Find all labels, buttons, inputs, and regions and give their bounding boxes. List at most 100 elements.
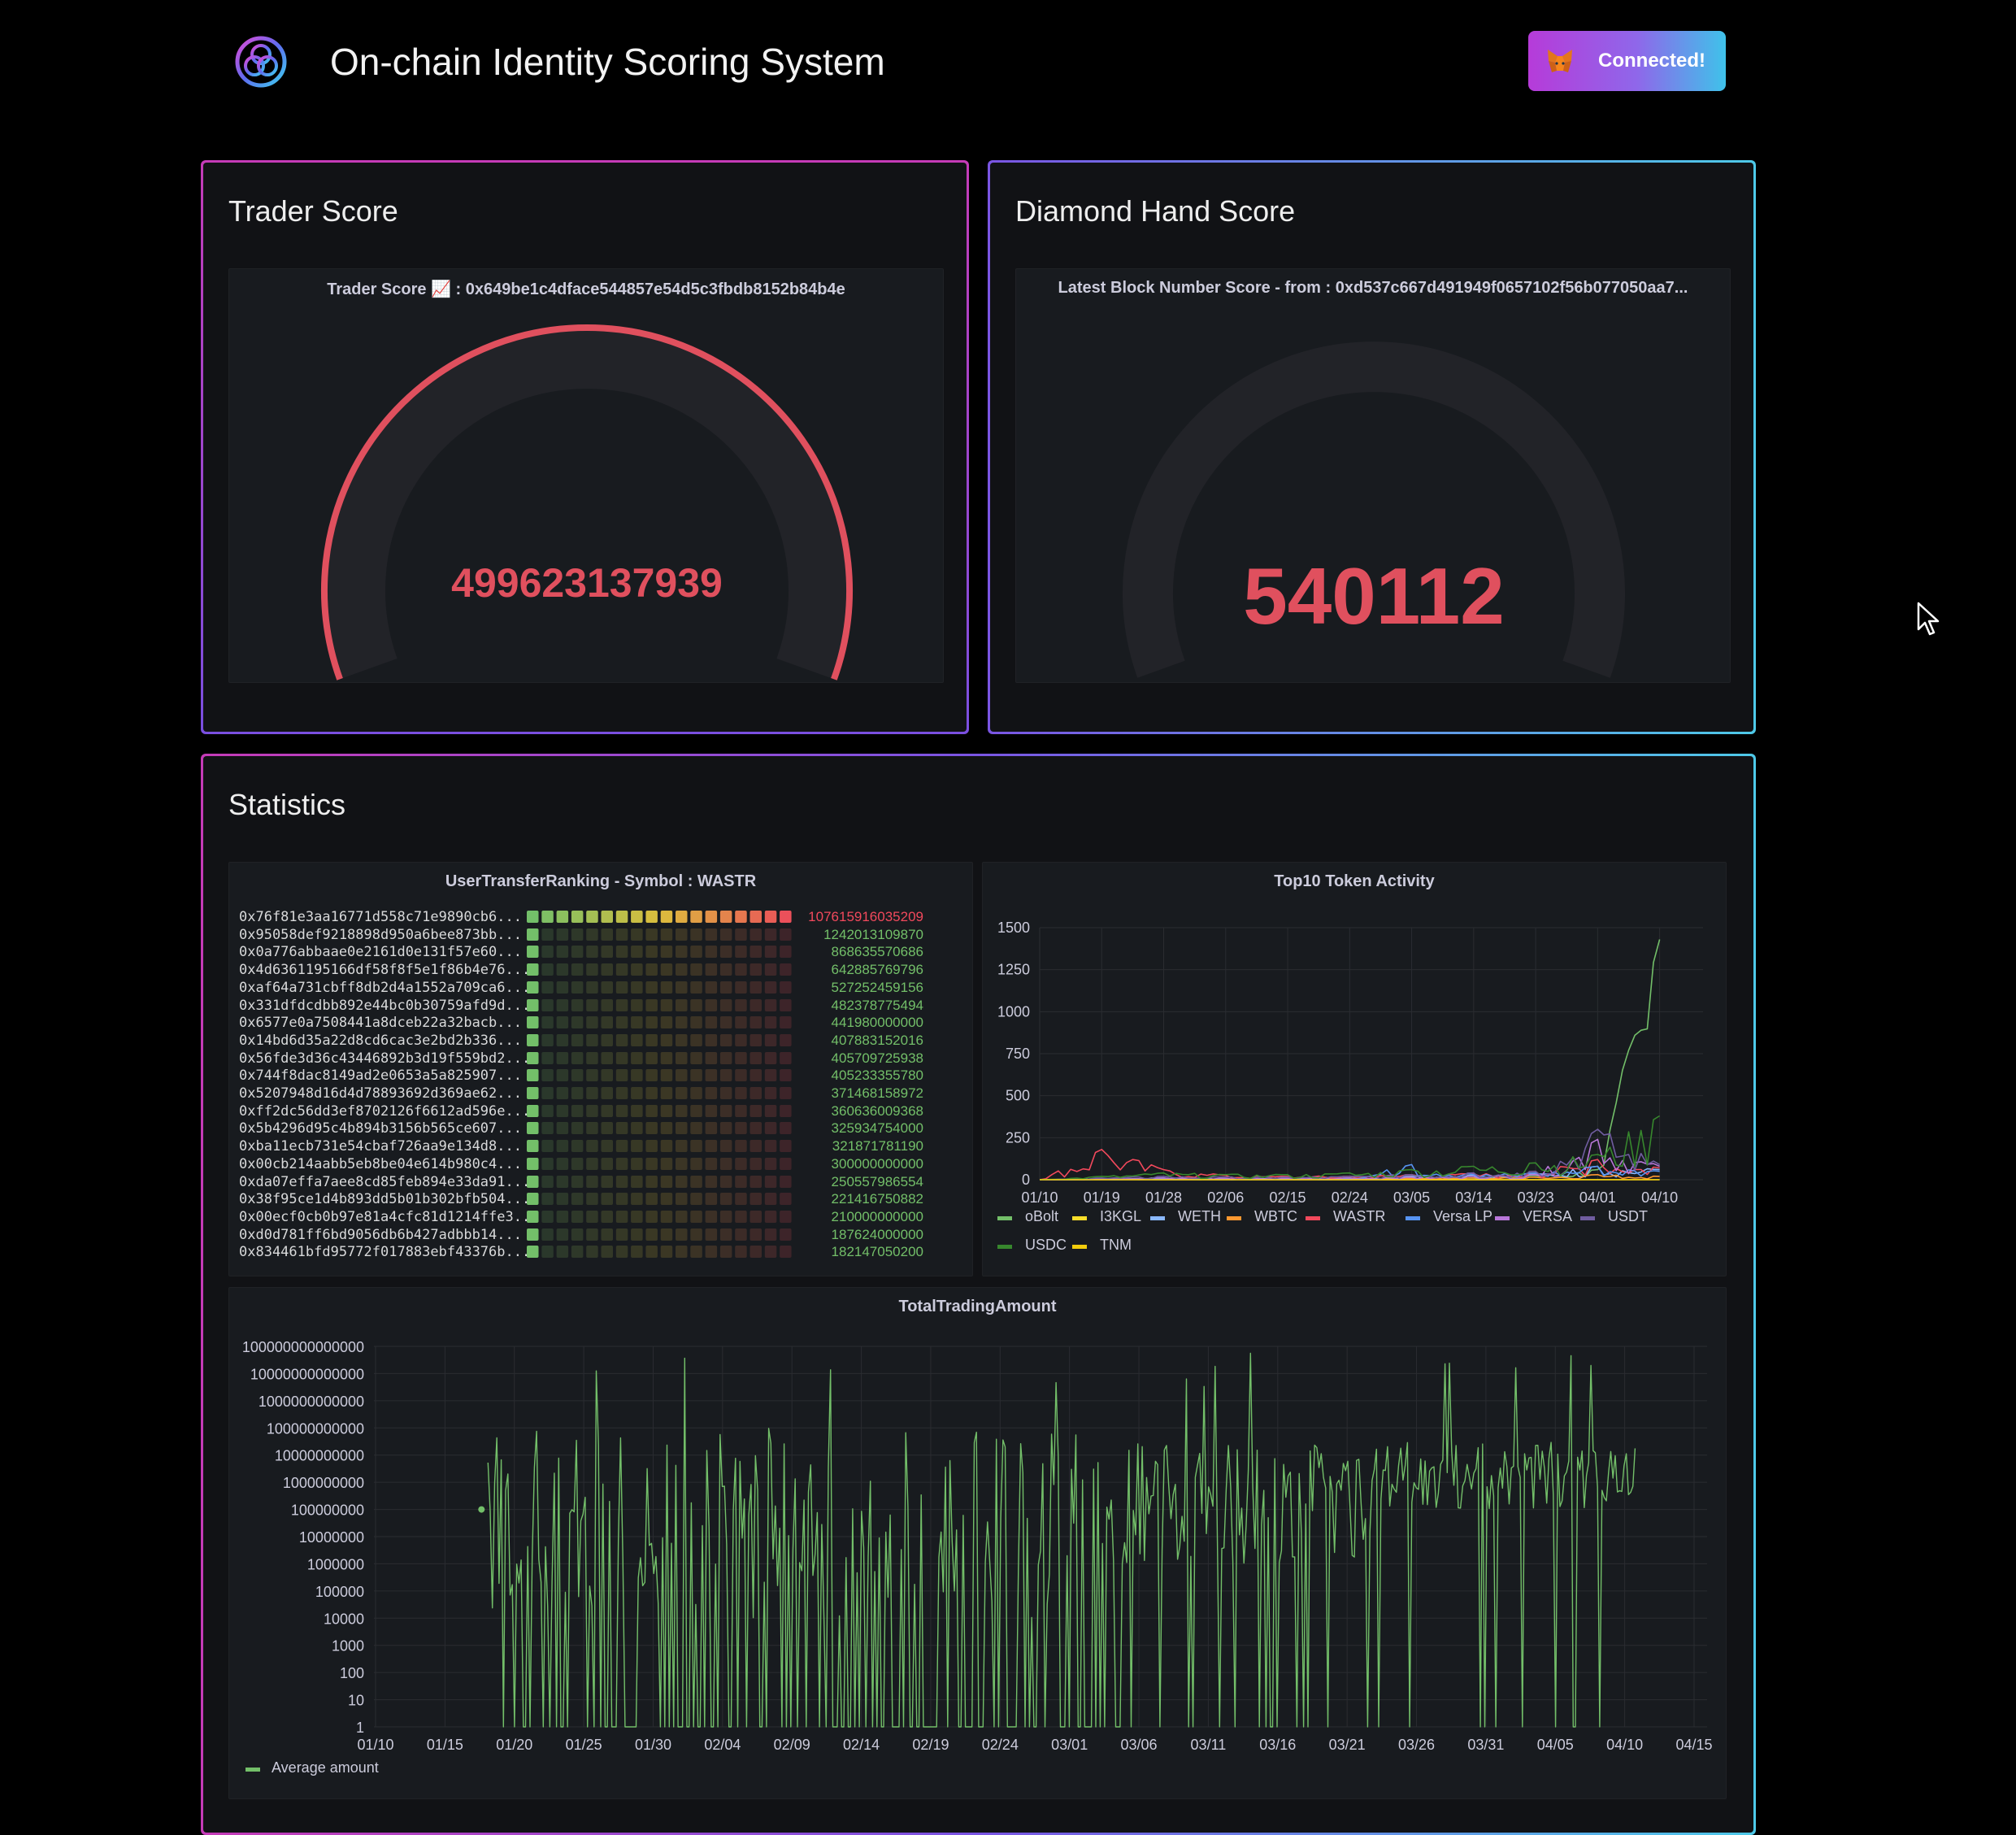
ranking-bar-cell xyxy=(645,1175,658,1188)
ranking-bar-cell xyxy=(719,1246,732,1259)
ranking-address: 0x6577e0a7508441a8dceb22a32bacb... xyxy=(239,1015,522,1032)
ranking-bar xyxy=(527,998,792,1011)
token-x-tick: 01/28 xyxy=(1145,1189,1182,1206)
ranking-bar-cell xyxy=(571,1228,584,1241)
ranking-bar-cell xyxy=(571,998,584,1011)
ranking-bar-cell xyxy=(586,1210,598,1223)
ranking-bar-cell xyxy=(690,1033,702,1046)
ranking-bar-cell xyxy=(556,963,569,976)
ranking-bar-cell xyxy=(631,1175,643,1188)
trader-score-title: Trader Score xyxy=(228,194,398,228)
ranking-bar-cell xyxy=(660,998,673,1011)
ranking-bar-cell xyxy=(764,1033,777,1046)
ranking-bar xyxy=(527,1193,792,1206)
ranking-bar-cell xyxy=(556,1069,569,1082)
ranking-bar-cell xyxy=(541,1175,554,1188)
ranking-bar-cell xyxy=(719,1104,732,1117)
ranking-address: 0x00cb214aabb5eb8be04e614b980c4... xyxy=(239,1155,522,1172)
ranking-bar-cell xyxy=(719,1087,732,1099)
ranking-bar-cell xyxy=(615,1210,628,1223)
ranking-address: 0xda07effa7aee8cd85feb894e33da91... xyxy=(239,1173,531,1190)
ranking-bar-cell xyxy=(527,1104,539,1117)
ranking-bar-cell xyxy=(735,1193,747,1206)
ranking-bar-cell xyxy=(556,1210,569,1223)
ranking-bar xyxy=(527,1210,792,1223)
token-activity-chart: 0 250 500 750 1000 1250 1500 01/10 01/19 01/28 02/… xyxy=(997,920,1703,1253)
ranking-bar-cell xyxy=(735,928,747,941)
ranking-bar-cell xyxy=(615,1193,628,1206)
ranking-row: 0xff2dc56dd3ef8702126f6612ad596e... 36063… xyxy=(229,1102,961,1120)
ranking-bar-cell xyxy=(660,981,673,994)
ranking-bar-cell xyxy=(615,928,628,941)
ranking-bar-cell xyxy=(556,1122,569,1135)
ranking-bar xyxy=(527,1246,792,1259)
ranking-bar-cell xyxy=(571,1069,584,1082)
wallet-connect-button[interactable]: Connected! xyxy=(1528,31,1726,91)
trading-series-point xyxy=(478,1506,485,1513)
ranking-bar-cell xyxy=(735,1175,747,1188)
ranking-bar xyxy=(527,911,792,923)
ranking-bar-cell xyxy=(780,1140,792,1153)
ranking-bar-cell xyxy=(631,1157,643,1170)
ranking-bar-cell xyxy=(571,1140,584,1153)
ranking-bar-cell xyxy=(660,1175,673,1188)
trading-x-tick: 03/11 xyxy=(1191,1737,1227,1753)
ranking-bar-cell xyxy=(571,911,584,923)
trading-y-tick: 10 xyxy=(348,1693,364,1709)
ranking-bar-cell xyxy=(660,1157,673,1170)
ranking-bar-cell xyxy=(735,1087,747,1099)
ranking-bar-cell xyxy=(615,1175,628,1188)
ranking-bar-cell xyxy=(660,946,673,959)
ranking-bar-cell xyxy=(764,1228,777,1241)
ranking-address: 0x4d6361195166df58f8f5e1f86b4e76... xyxy=(239,962,531,979)
ranking-bar-cell xyxy=(749,998,762,1011)
ranking-value: 107615916035209 xyxy=(808,909,923,924)
ranking-bar xyxy=(527,1175,792,1188)
ranking-bar-cell xyxy=(527,1157,539,1170)
ranking-bar xyxy=(527,1104,792,1117)
ranking-bar-cell xyxy=(660,963,673,976)
ranking-bar-cell xyxy=(556,998,569,1011)
ranking-bar-cell xyxy=(676,1246,688,1259)
ranking-bar-cell xyxy=(764,1210,777,1223)
ranking-bar-cell xyxy=(780,946,792,959)
ranking-bar-cell xyxy=(541,1246,554,1259)
token-legend-swatch xyxy=(1150,1216,1165,1220)
ranking-bar-cell xyxy=(571,1175,584,1188)
ranking-bar xyxy=(527,1033,792,1046)
ranking-address: 0xff2dc56dd3ef8702126f6612ad596e... xyxy=(239,1102,531,1120)
ranking-address: 0x95058def9218898d950a6bee873bb... xyxy=(239,926,522,943)
metamask-fox-icon xyxy=(1548,50,1572,72)
ranking-bar-cell xyxy=(601,1140,613,1153)
ranking-bar-cell xyxy=(735,1210,747,1223)
ranking-bar-cell xyxy=(735,1033,747,1046)
ranking-bar-cell xyxy=(631,911,643,923)
ranking-bar-cell xyxy=(749,1228,762,1241)
ranking-bar-cell xyxy=(719,946,732,959)
ranking-bar-cell xyxy=(556,1157,569,1170)
ranking-bar-cell xyxy=(735,1051,747,1064)
ranking-bar-cell xyxy=(749,1122,762,1135)
ranking-bar-cell xyxy=(690,1175,702,1188)
ranking-bar-cell xyxy=(690,928,702,941)
trading-y-tick: 100000000000 xyxy=(267,1420,364,1437)
ranking-bar-cell xyxy=(660,1140,673,1153)
trading-x-tick: 01/10 xyxy=(357,1737,393,1753)
ranking-bar-cell xyxy=(541,1157,554,1170)
ranking-value: 187624000000 xyxy=(831,1226,923,1242)
ranking-bar-cell xyxy=(690,1122,702,1135)
ranking-row: 0x0a776abbaae0e2161d0e131f57e60... 868635… xyxy=(229,943,961,961)
ranking-value: 642885769796 xyxy=(831,962,923,978)
ranking-bar-cell xyxy=(615,981,628,994)
token-legend-swatch xyxy=(997,1216,1012,1220)
ranking-address: 0x5b4296d95c4b894b3156b565ce607... xyxy=(239,1120,522,1137)
ranking-bar-cell xyxy=(615,998,628,1011)
ranking-bar-cell xyxy=(749,1140,762,1153)
ranking-address: 0x00ecf0cb0b97e81a4cfc81d1214ffe3... xyxy=(239,1208,539,1225)
ranking-address: 0x56fde3d36c43446892b3d19f559bd2... xyxy=(239,1050,531,1067)
trading-y-tick: 100000000000000 xyxy=(242,1339,364,1355)
ranking-bar-cell xyxy=(527,1210,539,1223)
ranking-row: 0xd0d781ff6bd9056db6b427adbbb14... 187624… xyxy=(229,1226,961,1244)
ranking-bar-cell xyxy=(690,1016,702,1029)
ranking-bar-cell xyxy=(645,1228,658,1241)
